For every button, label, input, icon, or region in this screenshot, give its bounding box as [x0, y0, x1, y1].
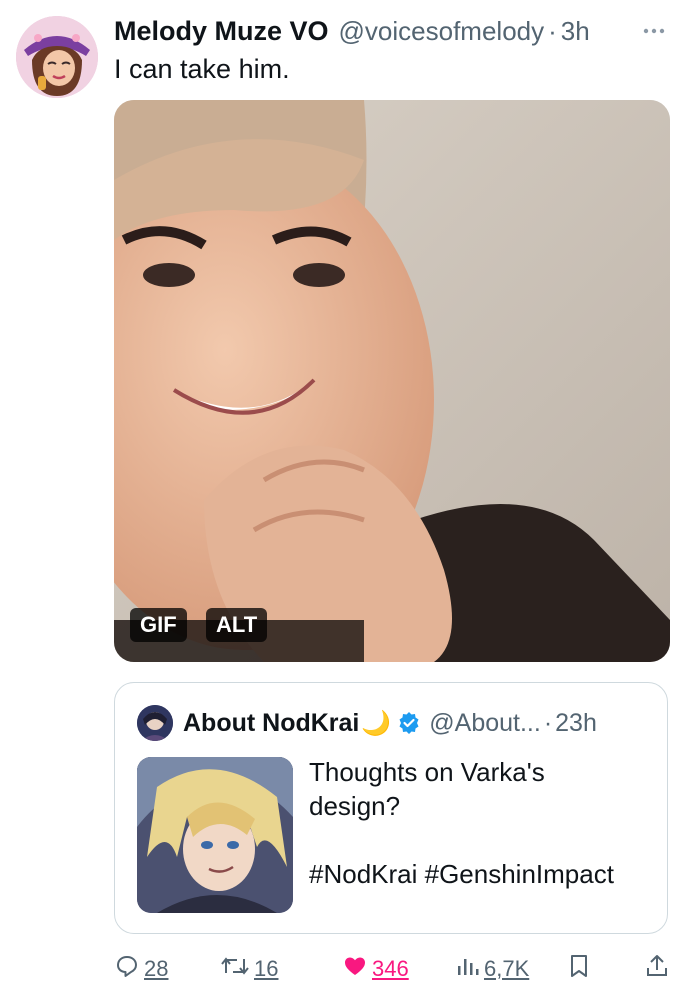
like-icon — [342, 953, 368, 985]
bookmark-icon — [566, 953, 592, 985]
share-icon — [644, 953, 670, 985]
quoted-author-avatar[interactable] — [137, 705, 173, 741]
moon-emoji: 🌙 — [361, 709, 392, 737]
verified-badge-icon — [397, 711, 421, 735]
gif-image — [114, 100, 670, 662]
reply-count: 28 — [144, 956, 169, 981]
quoted-text-line: design? — [309, 791, 401, 821]
gif-badge: GIF — [130, 608, 187, 642]
quoted-post-header: About NodKrai 🌙 @About... · 23h — [137, 705, 597, 741]
quoted-media-thumbnail[interactable] — [137, 757, 293, 913]
like-button[interactable]: 346 — [342, 952, 409, 986]
action-bar: 28 16 346 6,7K — [114, 952, 674, 986]
post-time[interactable]: 3h — [561, 16, 590, 47]
quoted-separator-dot: · — [543, 708, 553, 737]
quoted-author-handle[interactable]: @About... — [429, 709, 541, 738]
author-avatar[interactable] — [16, 16, 98, 98]
post-header: Melody Muze VO @voicesofmelody · 3h — [114, 14, 671, 48]
share-button[interactable] — [644, 952, 670, 986]
post-media-gif[interactable] — [114, 100, 670, 662]
quoted-post-text: Thoughts on Varka's design? #NodKrai #Ge… — [309, 755, 649, 891]
views-button[interactable]: 6,7K — [454, 952, 529, 986]
quoted-author-name[interactable]: About NodKrai — [183, 709, 359, 738]
author-handle[interactable]: @voicesofmelody — [339, 16, 545, 47]
reply-icon — [114, 953, 140, 985]
repost-count: 16 — [254, 956, 279, 981]
quoted-hashtags[interactable]: #NodKrai #GenshinImpact — [309, 857, 649, 891]
views-icon — [454, 953, 480, 985]
alt-badge[interactable]: ALT — [206, 608, 268, 642]
views-count: 6,7K — [484, 956, 530, 981]
repost-button[interactable]: 16 — [220, 952, 278, 986]
bookmark-button[interactable] — [566, 952, 592, 986]
author-name[interactable]: Melody Muze VO — [114, 16, 329, 47]
like-count: 346 — [372, 956, 409, 981]
quoted-text-spacer — [309, 823, 649, 857]
post-text: I can take him. — [114, 54, 290, 84]
quoted-post[interactable]: About NodKrai 🌙 @About... · 23h Thoughts… — [114, 682, 668, 934]
quoted-text-line: Thoughts on Varka's — [309, 757, 545, 787]
more-icon[interactable] — [637, 16, 671, 46]
reply-button[interactable]: 28 — [114, 952, 168, 986]
separator-dot: · — [548, 15, 557, 46]
quoted-post-time[interactable]: 23h — [555, 709, 597, 738]
repost-icon — [220, 953, 250, 985]
